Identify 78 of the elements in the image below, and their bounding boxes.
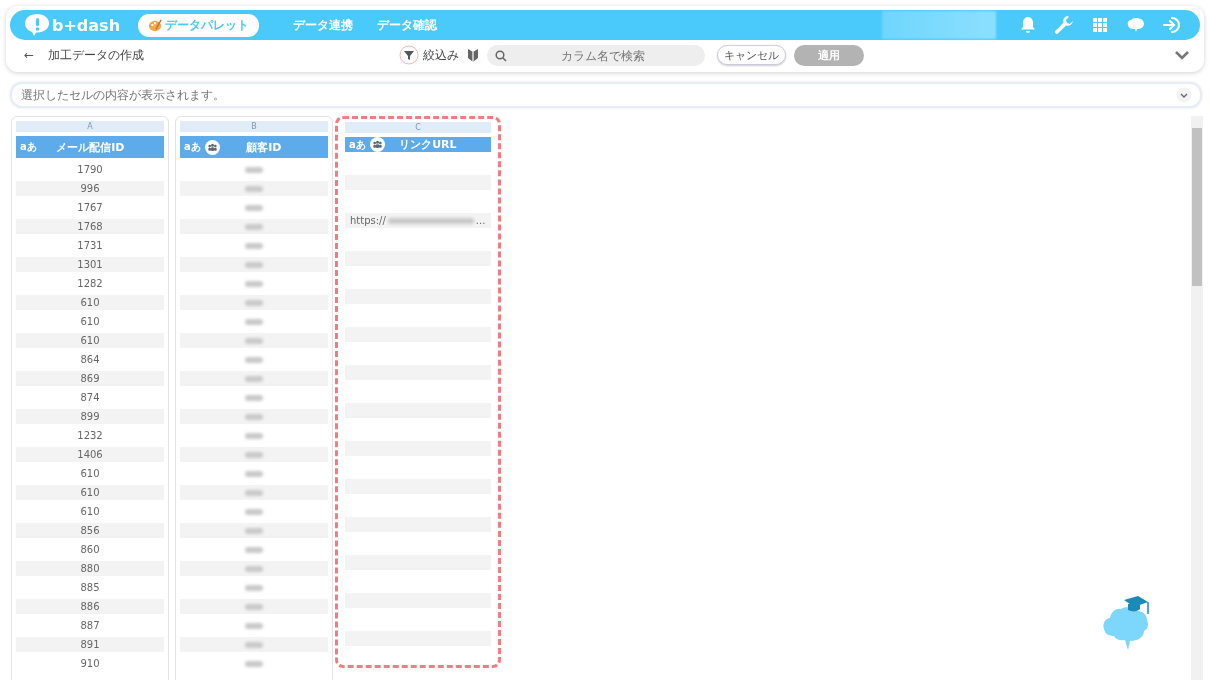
table-cell[interactable]: 869	[16, 371, 164, 386]
cancel-button[interactable]: キャンセル	[717, 45, 786, 65]
blurred-text	[245, 242, 263, 249]
blurred-text	[245, 375, 263, 382]
table-cell[interactable]: 880	[16, 561, 164, 576]
page-title: 加工データの作成	[48, 46, 145, 64]
blurred-text	[245, 261, 263, 268]
blurred-text	[245, 280, 263, 287]
table-cell[interactable]: 1232	[16, 428, 164, 443]
table-cell[interactable]: 610	[16, 314, 164, 329]
table-cell[interactable]: 1282	[16, 276, 164, 291]
bell-icon[interactable]	[1018, 15, 1038, 35]
blurred-text	[245, 565, 263, 572]
blurred-text	[245, 451, 263, 458]
search-icon	[495, 49, 507, 62]
blurred-text	[245, 432, 263, 439]
table-cell[interactable]: 1406	[16, 447, 164, 462]
back-button[interactable]: ←	[24, 48, 35, 62]
blurred-text	[245, 223, 263, 230]
table-cell[interactable]: 610	[16, 295, 164, 310]
table-cell[interactable]: 610	[16, 333, 164, 348]
blurred-text	[245, 470, 263, 477]
scrollbar[interactable]	[1191, 116, 1203, 680]
blurred-text	[245, 337, 263, 344]
palette-icon	[148, 18, 163, 32]
data-type-label: aあ	[184, 140, 201, 154]
blurred-text	[245, 660, 263, 667]
blurred-text	[245, 413, 263, 420]
table-cell[interactable]: 610	[16, 485, 164, 500]
blurred-text	[245, 508, 263, 515]
blurred-text	[245, 489, 263, 496]
blurred-text	[245, 204, 263, 211]
table-cell[interactable]: 610	[16, 466, 164, 481]
table-cell[interactable]: 1790	[16, 162, 164, 177]
blurred-text	[245, 166, 263, 173]
table-cell[interactable]: 860	[16, 542, 164, 557]
table-cell[interactable]: 910	[16, 656, 164, 671]
blurred-text	[245, 622, 263, 629]
blurred-text	[245, 641, 263, 648]
logo-icon	[24, 13, 50, 37]
filter-icon[interactable]	[399, 45, 419, 65]
table-cell[interactable]: 891	[16, 637, 164, 652]
blurred-text	[245, 527, 263, 534]
table-cell[interactable]: 610	[16, 504, 164, 519]
blurred-text	[245, 185, 263, 192]
data-type-label: aあ	[349, 137, 366, 152]
table-cell[interactable]: 1731	[16, 238, 164, 253]
filter-label[interactable]: 絞込み	[423, 46, 459, 64]
data-type-label: aあ	[20, 140, 37, 154]
table-cell[interactable]: 1768	[16, 219, 164, 234]
blurred-text	[245, 356, 263, 363]
table-cell[interactable]: 885	[16, 580, 164, 595]
chevron-down-icon[interactable]	[1176, 87, 1192, 103]
table-cell[interactable]: 887	[16, 618, 164, 633]
cell-content-field[interactable]: 選択したセルの内容が表示されます。	[10, 82, 1202, 108]
table-cell[interactable]: 886	[16, 599, 164, 614]
table-cell[interactable]: 899	[16, 409, 164, 424]
blurred-text	[245, 584, 263, 591]
people-icon	[369, 137, 385, 152]
blurred-text	[245, 603, 263, 610]
wrench-icon[interactable]	[1054, 15, 1074, 35]
sign-in-icon[interactable]	[1162, 15, 1182, 35]
grid-icon[interactable]	[1090, 15, 1110, 35]
table-cell[interactable]: 864	[16, 352, 164, 367]
people-icon	[204, 139, 220, 155]
table-cell[interactable]: 856	[16, 523, 164, 538]
search-field[interactable]: カラム名で検索	[487, 45, 705, 66]
blurred-text	[245, 394, 263, 401]
logo-text: b+dash	[52, 15, 121, 35]
table-cell[interactable]: 1301	[16, 257, 164, 272]
blurred-text	[245, 299, 263, 306]
chevron-down-icon[interactable]	[1174, 50, 1190, 60]
blurred-text	[245, 546, 263, 553]
blurred-text	[245, 318, 263, 325]
table-cell[interactable]: 874	[16, 390, 164, 405]
table-cell[interactable]: 996	[16, 181, 164, 196]
table-cell[interactable]: https:// ...	[345, 213, 491, 228]
table-cell[interactable]: 1767	[16, 200, 164, 215]
